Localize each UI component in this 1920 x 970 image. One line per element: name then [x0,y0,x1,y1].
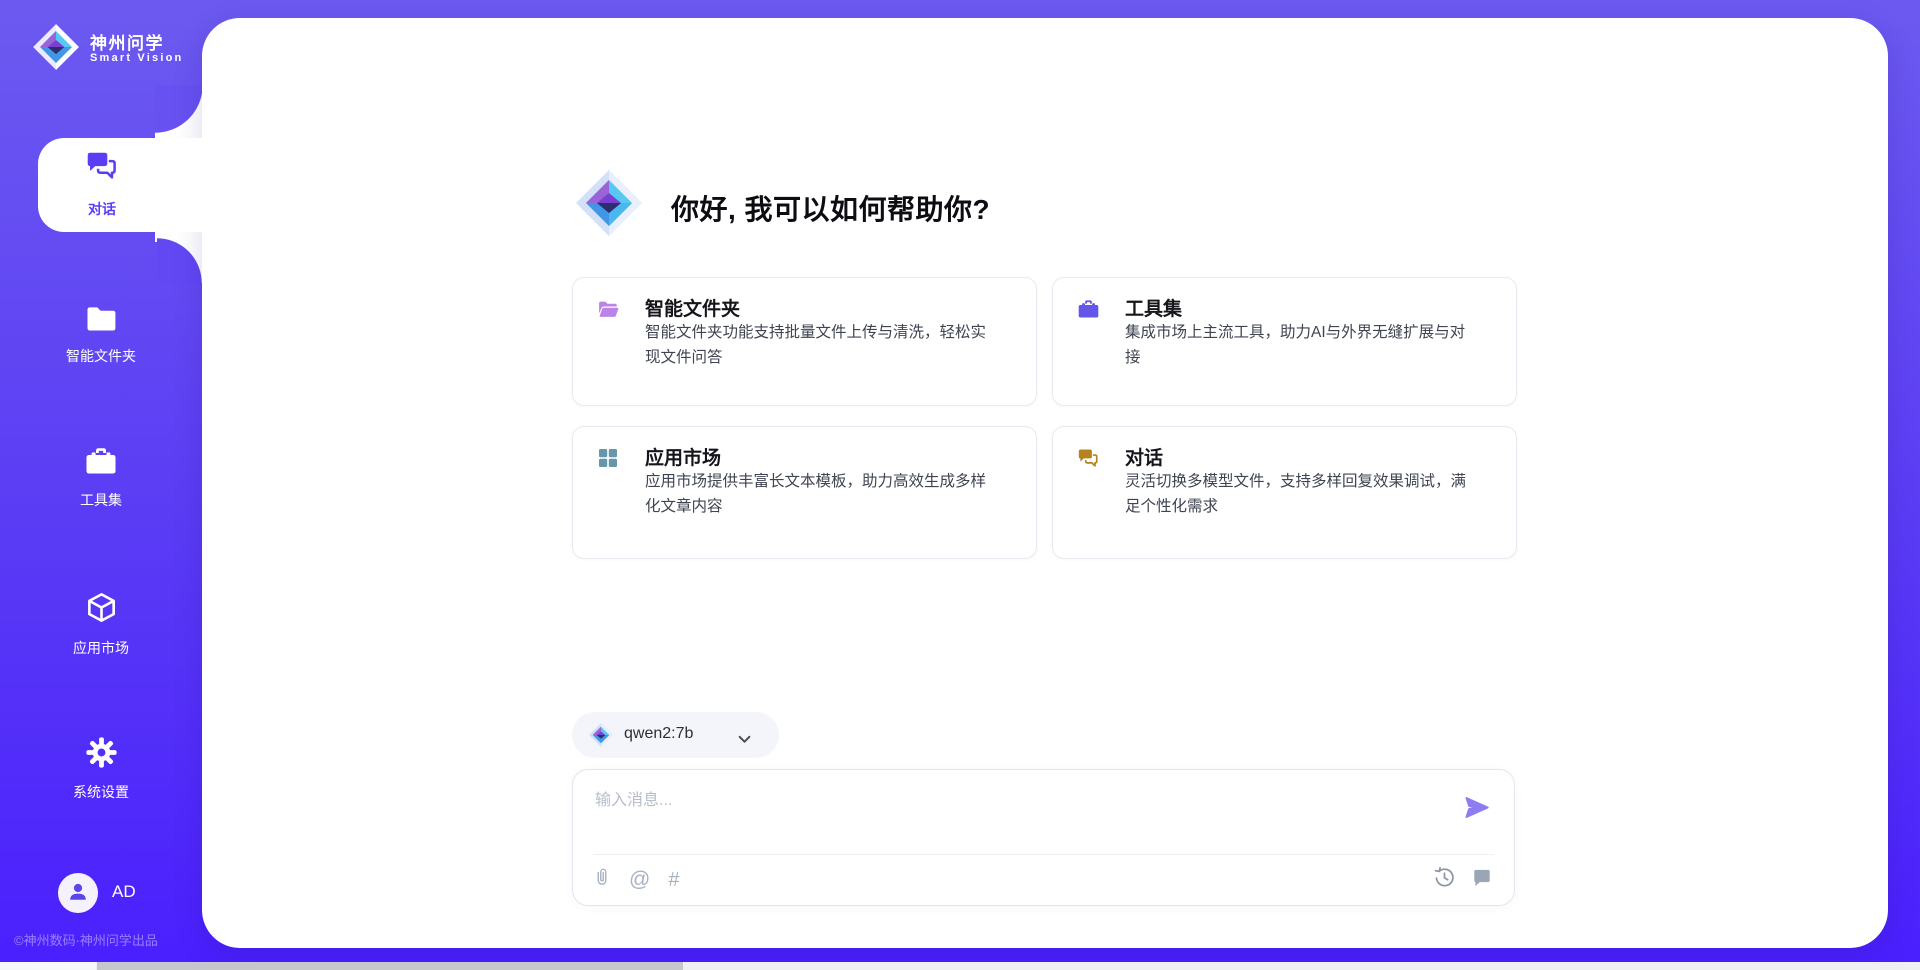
gear-icon [85,756,118,773]
briefcase-icon [1077,298,1100,325]
paperclip-icon [592,864,612,895]
chevron-down-icon [738,731,751,749]
send-plane-icon [1463,809,1490,824]
send-button[interactable] [1461,792,1492,826]
folder-icon [85,320,118,337]
feature-card-toolset[interactable]: 工具集 集成市场上主流工具，助力AI与外界无缝扩展与对接 [1052,277,1517,406]
user-avatar[interactable] [58,873,98,913]
card-description: 灵活切换多模型文件，支持多样回复效果调试，满足个性化需求 [1125,469,1477,519]
card-title: 智能文件夹 [645,294,740,321]
message-composer: @ # [572,769,1515,906]
card-description: 应用市场提供丰富长文本模板，助力高效生成多样化文章内容 [645,469,997,519]
sidebar-item-app-market[interactable]: 应用市场 [0,590,202,658]
chat-bubbles-icon [1077,447,1099,474]
user-name: AD [112,882,136,902]
card-description: 智能文件夹功能支持批量文件上传与清洗，轻松实现文件问答 [645,320,997,370]
greeting-logo diamond-logo-icon [573,167,645,244]
message-mode-button[interactable] [1470,866,1494,893]
brand-name: 神州问学 [90,29,164,54]
tab-fillet-top [155,85,202,133]
feature-card-chat[interactable]: 对话 灵活切换多模型文件，支持多样回复效果调试，满足个性化需求 [1052,426,1517,559]
history-button[interactable] [1432,865,1457,893]
topic-button hash-icon[interactable]: # [666,866,681,894]
message-icon [1471,867,1493,892]
message-input[interactable] [593,784,1417,846]
briefcase-icon [84,464,118,481]
open-folder-icon [597,298,620,326]
mention-button at-sign-icon[interactable]: @ [627,866,652,894]
sidebar-footer: ©神州数码·神州问学出品 [14,930,158,949]
sidebar-item-toolset[interactable]: 工具集 [0,445,202,510]
composer-toolbar: @ # [591,863,681,896]
sidebar-item-app-market-label: 应用市场 [0,638,202,658]
sidebar-item-settings-label: 系统设置 [0,782,202,802]
composer-right-tools [1432,865,1494,893]
model-name: qwen2:7b [624,725,693,743]
greeting-text: 你好, 我可以如何帮助你? [671,188,990,228]
brand-logo diamond-logo-icon [31,22,81,77]
feature-card-smart-folder[interactable]: 智能文件夹 智能文件夹功能支持批量文件上传与清洗，轻松实现文件问答 [572,277,1037,406]
sidebar-item-chat-label: 对话 [38,199,166,219]
grid-icon [597,447,619,474]
attach-button[interactable] [591,863,613,896]
sidebar-item-smart-folder[interactable]: 智能文件夹 [0,305,202,366]
horizontal-scrollbar-thumb[interactable] [97,962,683,970]
sidebar-item-toolset-label: 工具集 [0,490,202,510]
sidebar-item-settings[interactable]: 系统设置 [0,736,202,802]
scrollbar-corner [0,962,96,970]
app-root: { "colors": { "sidebar_top": "#6c5af0", … [0,0,1920,970]
diamond-logo-icon [588,722,614,753]
composer-divider [593,854,1494,855]
card-title: 对话 [1125,443,1163,470]
person-icon [66,879,90,908]
tab-fillet-bottom [157,238,202,283]
sidebar-item-smart-folder-label: 智能文件夹 [0,346,202,366]
cube-icon [84,612,119,629]
model-selector[interactable]: qwen2:7b [572,712,779,758]
feature-card-app-market[interactable]: 应用市场 应用市场提供丰富长文本模板，助力高效生成多样化文章内容 [572,426,1037,559]
card-description: 集成市场上主流工具，助力AI与外界无缝扩展与对接 [1125,320,1477,370]
chat-bubbles-icon [85,149,118,187]
history-icon [1433,866,1456,892]
card-title: 应用市场 [645,443,721,470]
brand-subtitle: Smart Vision [90,52,183,64]
card-title: 工具集 [1125,294,1182,321]
